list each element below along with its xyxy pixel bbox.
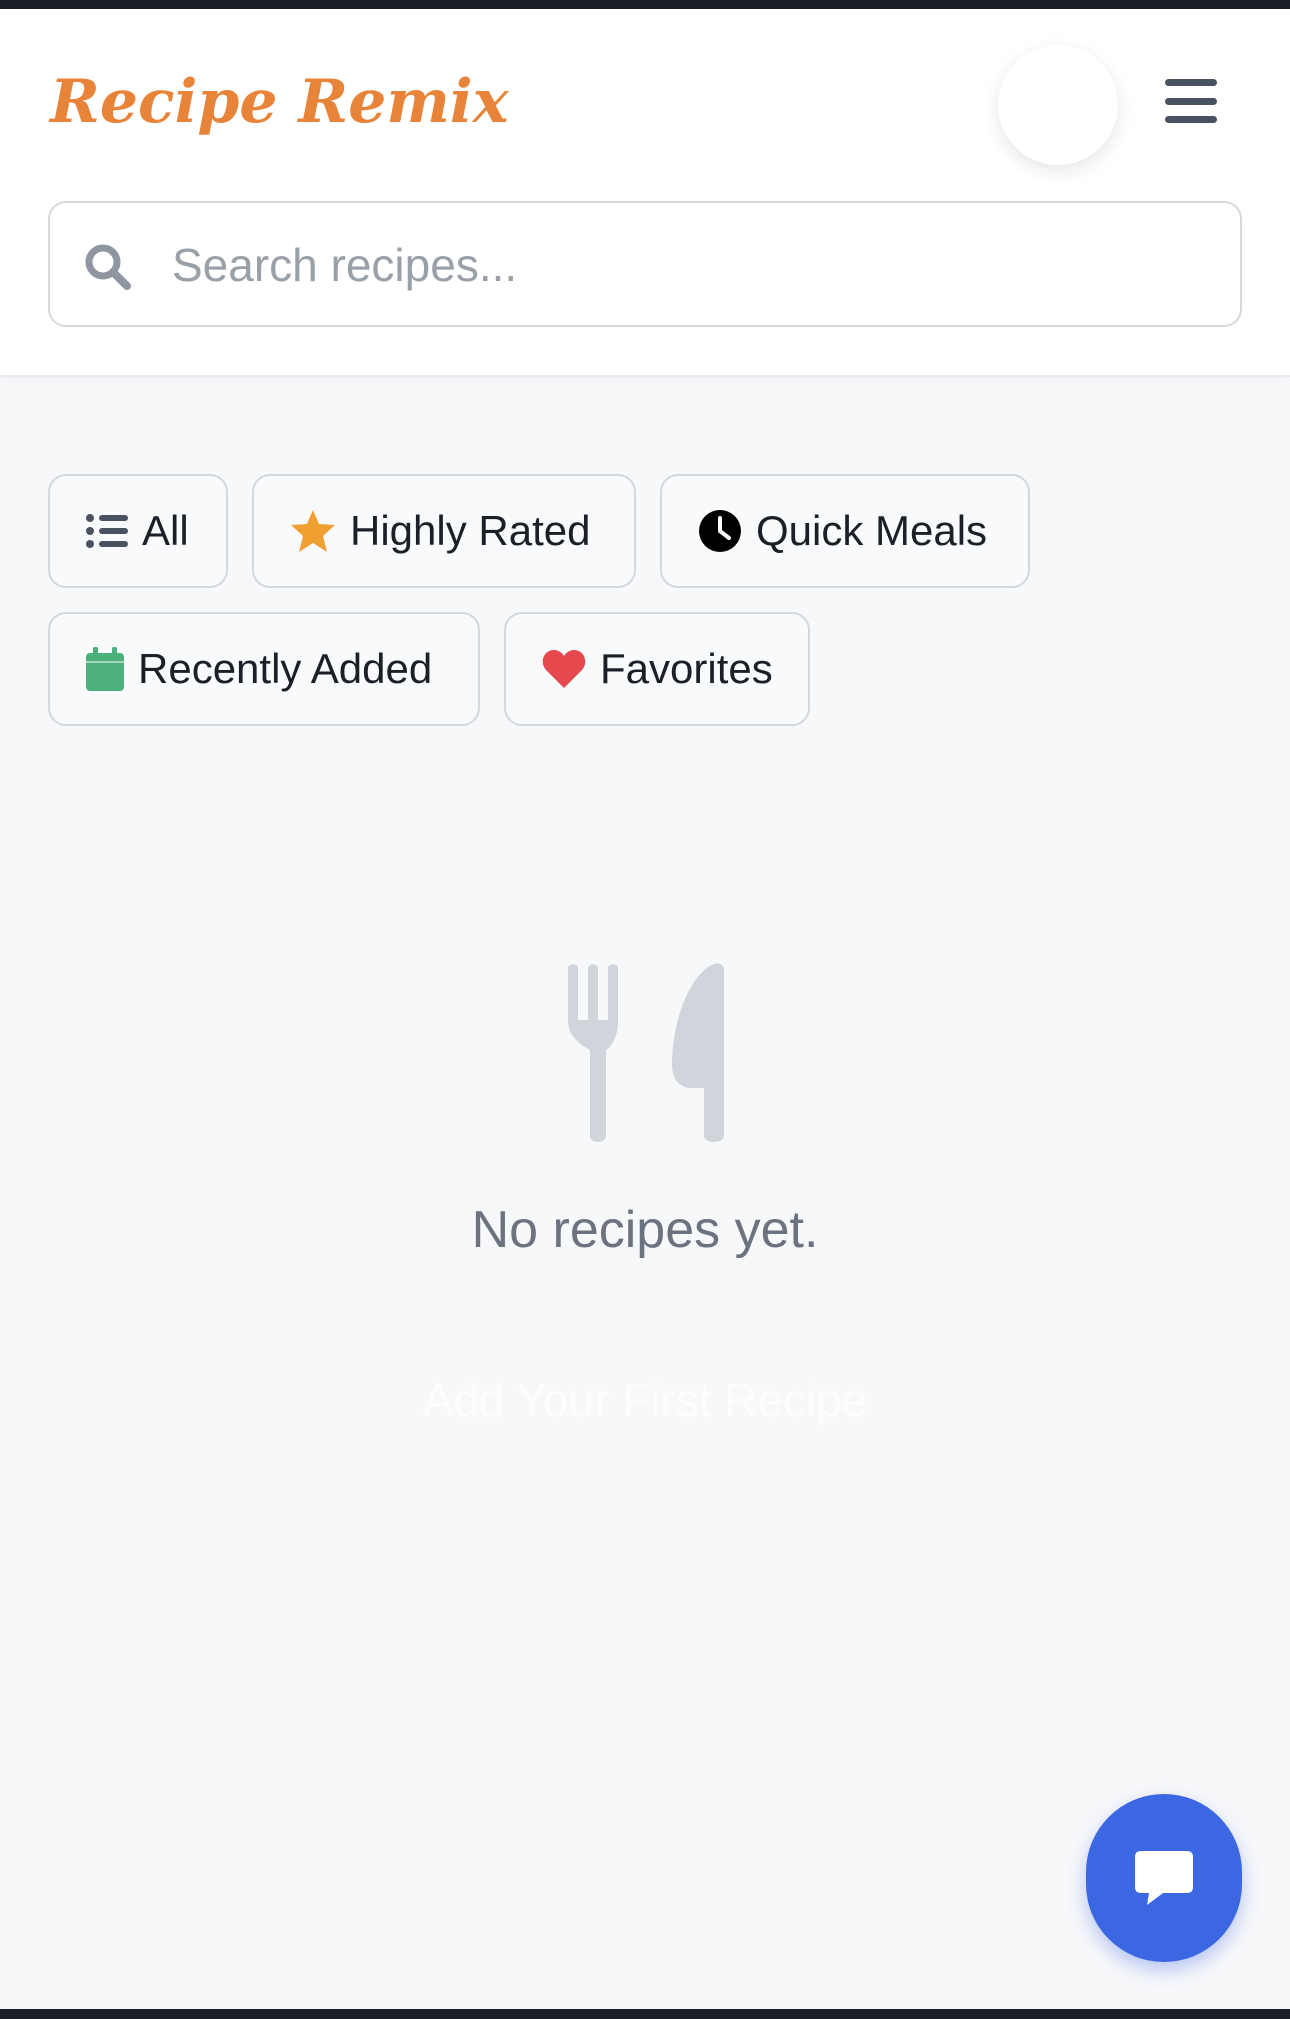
empty-state-message: No recipes yet.	[471, 1201, 819, 1259]
hamburger-line	[1165, 116, 1217, 123]
star-icon	[291, 510, 335, 552]
list-icon	[86, 514, 128, 548]
status-bar-edge	[0, 0, 1290, 9]
heart-icon	[542, 650, 586, 688]
hamburger-menu-icon	[1165, 79, 1217, 86]
menu-button[interactable]	[1160, 73, 1222, 129]
hamburger-line	[1165, 97, 1217, 105]
clock-icon	[699, 510, 741, 552]
brand-logo[interactable]: Recipe Remix	[50, 67, 508, 137]
chat-button[interactable]	[1086, 1794, 1242, 1962]
filter-all[interactable]: All	[48, 474, 228, 588]
filter-label: Recently Added	[138, 645, 433, 692]
filter-recently-added[interactable]: Recently Added	[48, 612, 480, 726]
chat-bubble-icon	[1135, 1851, 1193, 1905]
utensils-icon	[568, 963, 724, 1142]
search-input[interactable]	[172, 223, 1212, 307]
filter-favorites[interactable]: Favorites	[504, 612, 810, 726]
search-icon	[85, 244, 131, 290]
search-box[interactable]	[48, 201, 1242, 327]
filter-label: Highly Rated	[350, 507, 591, 554]
filter-highly-rated[interactable]: Highly Rated	[252, 474, 636, 588]
filter-quick-meals[interactable]: Quick Meals	[660, 474, 1030, 588]
filter-label: All	[142, 507, 189, 554]
add-first-recipe-button[interactable]: Add Your First Recipe	[385, 1364, 905, 1436]
home-indicator-edge	[0, 2009, 1290, 2019]
avatar[interactable]	[998, 45, 1118, 165]
filter-label: Favorites	[600, 645, 773, 692]
filter-label: Quick Meals	[756, 507, 988, 554]
app-header: Recipe Remix	[0, 9, 1290, 377]
calendar-icon	[86, 647, 124, 691]
